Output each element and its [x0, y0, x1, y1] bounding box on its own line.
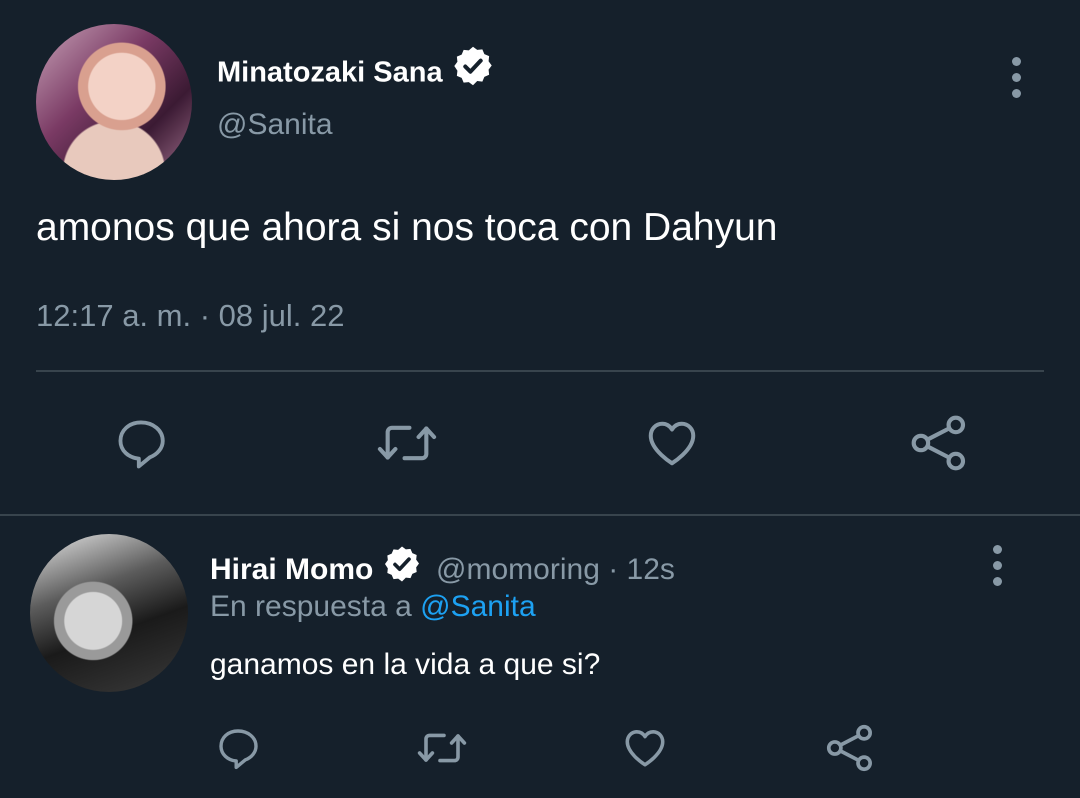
retweet-icon[interactable] [374, 414, 440, 472]
author-avatar[interactable] [36, 24, 192, 180]
more-options-icon[interactable] [993, 545, 1002, 593]
reply-author-handle[interactable]: @momoring [436, 553, 600, 586]
author-name-row[interactable]: Minatozaki Sana [217, 46, 495, 96]
author-display-name[interactable]: Minatozaki Sana [217, 57, 443, 89]
reply-to-mention-link[interactable]: @Sanita [420, 590, 536, 623]
tweet-timestamp: 12:17 a. m. · 08 jul. 22 [36, 298, 345, 333]
reply-author-avatar[interactable] [30, 534, 188, 692]
divider [36, 370, 1044, 372]
reply-context: En respuesta a @Sanita [210, 590, 536, 624]
reply-time: · 12s [608, 552, 675, 586]
verified-badge-icon [451, 46, 495, 96]
reply-text: ganamos en la vida a que si? [210, 648, 601, 681]
retweet-icon[interactable] [414, 724, 470, 772]
more-options-icon[interactable] [1012, 57, 1021, 105]
like-icon[interactable] [642, 412, 702, 472]
divider [0, 514, 1080, 516]
reply-context-label: En respuesta a [210, 590, 412, 623]
verified-badge-icon [382, 546, 422, 592]
tweet-text: amonos que ahora si nos toca con Dahyun [36, 206, 778, 249]
share-icon[interactable] [824, 722, 876, 774]
like-icon[interactable] [620, 722, 670, 772]
share-icon[interactable] [908, 412, 970, 474]
reply-author-display-name[interactable]: Hirai Momo [210, 553, 373, 586]
author-handle[interactable]: @Sanita [217, 108, 333, 142]
reply-icon[interactable] [112, 414, 170, 472]
reply-icon[interactable] [214, 724, 262, 772]
reply-header[interactable]: Hirai Momo @momoring · 12s [210, 546, 675, 592]
